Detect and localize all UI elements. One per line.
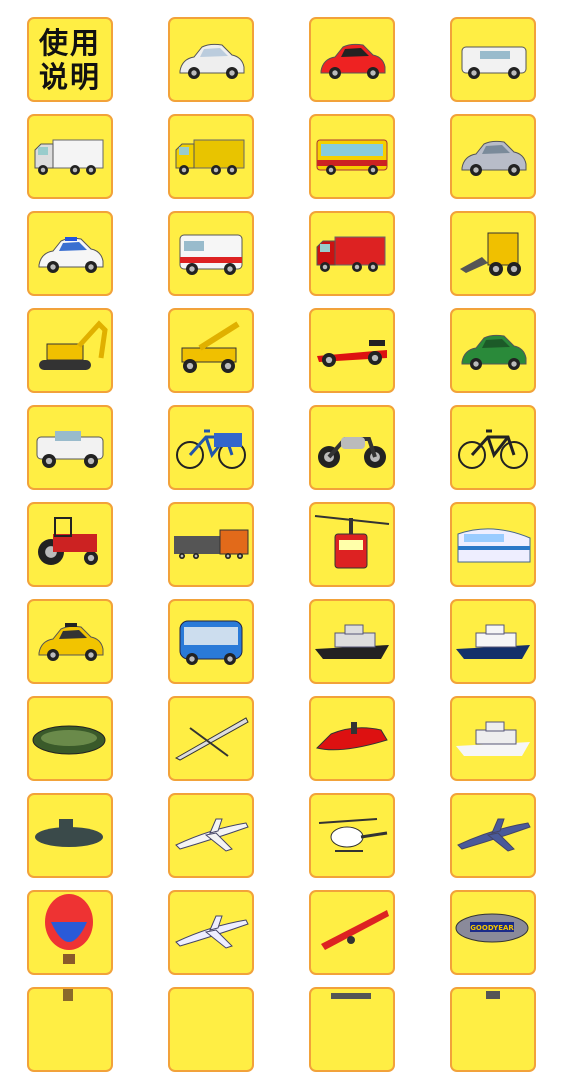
bicycle-image bbox=[458, 429, 528, 469]
white-semi-truck-image bbox=[34, 139, 104, 175]
white-suv-image bbox=[461, 46, 527, 79]
vehicle-card-red-convertible-car[interactable] bbox=[309, 17, 395, 102]
freight-train-image bbox=[174, 529, 249, 559]
green-inflatable-boat-image bbox=[32, 725, 106, 755]
vehicle-card-grid: 使用 说明 GOODYEAR bbox=[0, 0, 563, 1072]
vehicle-card-yellow-skid-steer-loader[interactable] bbox=[450, 211, 536, 296]
vehicle-card-green-vintage-roadster[interactable] bbox=[450, 308, 536, 393]
red-convertible-car-image bbox=[320, 43, 386, 79]
vehicle-card-white-suv[interactable] bbox=[450, 17, 536, 102]
vehicle-card-motorcycle[interactable] bbox=[309, 405, 395, 490]
yellow-vintage-truck-image bbox=[175, 139, 245, 175]
vehicle-card-helicopter[interactable] bbox=[309, 793, 395, 878]
kayak-image bbox=[174, 717, 249, 761]
green-vintage-roadster-image bbox=[461, 334, 527, 370]
vehicle-card-red-yellow-city-bus[interactable] bbox=[309, 114, 395, 199]
vehicle-card-yellow-mobile-crane[interactable] bbox=[168, 308, 254, 393]
yellow-skid-steer-loader-image bbox=[460, 232, 521, 276]
vehicle-card-green-inflatable-boat[interactable] bbox=[27, 696, 113, 781]
vehicle-card-fighter-jet[interactable] bbox=[450, 793, 536, 878]
vehicle-card-propeller-airplane[interactable] bbox=[168, 890, 254, 975]
bottom-row-partial-4-image bbox=[486, 991, 500, 999]
bottom-row-partial-1-image bbox=[63, 989, 73, 1001]
help-label-line2: 说明 bbox=[38, 59, 101, 94]
bottom-row-partial-2-image bbox=[170, 989, 252, 1070]
vehicle-card-blue-cargo-tricycle[interactable] bbox=[168, 405, 254, 490]
vehicle-card-hot-air-balloon[interactable] bbox=[27, 890, 113, 975]
vehicle-card-silver-minivan[interactable] bbox=[450, 114, 536, 199]
help-label: 使用 说明 bbox=[29, 19, 111, 100]
red-yellow-city-bus-image bbox=[316, 139, 388, 175]
vehicle-card-high-speed-train[interactable] bbox=[450, 502, 536, 587]
silver-minivan-image bbox=[461, 140, 527, 176]
vehicle-card-kayak[interactable] bbox=[168, 696, 254, 781]
hot-air-balloon-image bbox=[45, 894, 93, 964]
blimp-text: GOODYEAR bbox=[470, 924, 514, 932]
yellow-taxi-image bbox=[38, 623, 104, 661]
helicopter-image bbox=[318, 818, 388, 852]
help-instructions-button[interactable]: 使用 说明 bbox=[27, 17, 113, 102]
vehicle-card-red-cable-car[interactable] bbox=[309, 502, 395, 587]
red-tractor-image bbox=[38, 517, 98, 565]
bottom-row-partial-3-image bbox=[331, 993, 371, 999]
vehicle-card-red-tractor[interactable] bbox=[27, 502, 113, 587]
cruise-ship-image bbox=[456, 624, 530, 659]
red-formula-race-car-image bbox=[317, 340, 387, 367]
vehicle-card-ambulance-van[interactable] bbox=[168, 211, 254, 296]
red-cable-car-image bbox=[314, 515, 390, 569]
submarine-image bbox=[35, 819, 103, 847]
goodyear-blimp-image: GOODYEAR bbox=[455, 913, 529, 943]
white-sports-car-image bbox=[179, 43, 245, 79]
vehicle-card-white-semi-truck[interactable] bbox=[27, 114, 113, 199]
vehicle-card-white-yacht[interactable] bbox=[450, 696, 536, 781]
vehicle-card-goodyear-blimp[interactable]: GOODYEAR bbox=[450, 890, 536, 975]
vehicle-card-red-ultralight-plane[interactable] bbox=[309, 890, 395, 975]
vehicle-card-yellow-excavator[interactable] bbox=[27, 308, 113, 393]
yellow-excavator-image bbox=[39, 320, 108, 370]
passenger-airplane-image bbox=[175, 818, 249, 852]
fighter-jet-image bbox=[457, 818, 531, 852]
propeller-airplane-image bbox=[175, 915, 249, 949]
police-car-image bbox=[38, 237, 104, 273]
vehicle-card-white-sports-car[interactable] bbox=[168, 17, 254, 102]
vehicle-card-red-formula-race-car[interactable] bbox=[309, 308, 395, 393]
vehicle-card-police-car[interactable] bbox=[27, 211, 113, 296]
vehicle-card-freight-train[interactable] bbox=[168, 502, 254, 587]
vehicle-card-passenger-airplane[interactable] bbox=[168, 793, 254, 878]
red-ultralight-plane-image bbox=[321, 910, 389, 950]
vehicle-card-white-pickup-truck[interactable] bbox=[27, 405, 113, 490]
red-jet-ski-image bbox=[316, 722, 388, 751]
white-pickup-truck-image bbox=[36, 431, 104, 468]
ambulance-van-image bbox=[179, 234, 243, 275]
vehicle-card-yellow-taxi[interactable] bbox=[27, 599, 113, 684]
yellow-mobile-crane-image bbox=[181, 321, 240, 373]
vehicle-card-yellow-vintage-truck[interactable] bbox=[168, 114, 254, 199]
vehicle-card-cargo-ship[interactable] bbox=[309, 599, 395, 684]
help-label-line1: 使用 bbox=[38, 25, 101, 60]
vehicle-card-blue-tourist-tram[interactable] bbox=[168, 599, 254, 684]
vehicle-card-cruise-ship[interactable] bbox=[450, 599, 536, 684]
blue-cargo-tricycle-image bbox=[176, 429, 246, 469]
vehicle-card-red-fire-truck[interactable] bbox=[309, 211, 395, 296]
vehicle-card-red-jet-ski[interactable] bbox=[309, 696, 395, 781]
blue-tourist-tram-image bbox=[179, 620, 243, 665]
red-fire-truck-image bbox=[316, 236, 386, 272]
high-speed-train-image bbox=[457, 528, 531, 563]
vehicle-card-submarine[interactable] bbox=[27, 793, 113, 878]
white-yacht-image bbox=[456, 721, 530, 756]
motorcycle-image bbox=[318, 437, 386, 468]
vehicle-card-bicycle[interactable] bbox=[450, 405, 536, 490]
cargo-ship-image bbox=[315, 624, 389, 659]
